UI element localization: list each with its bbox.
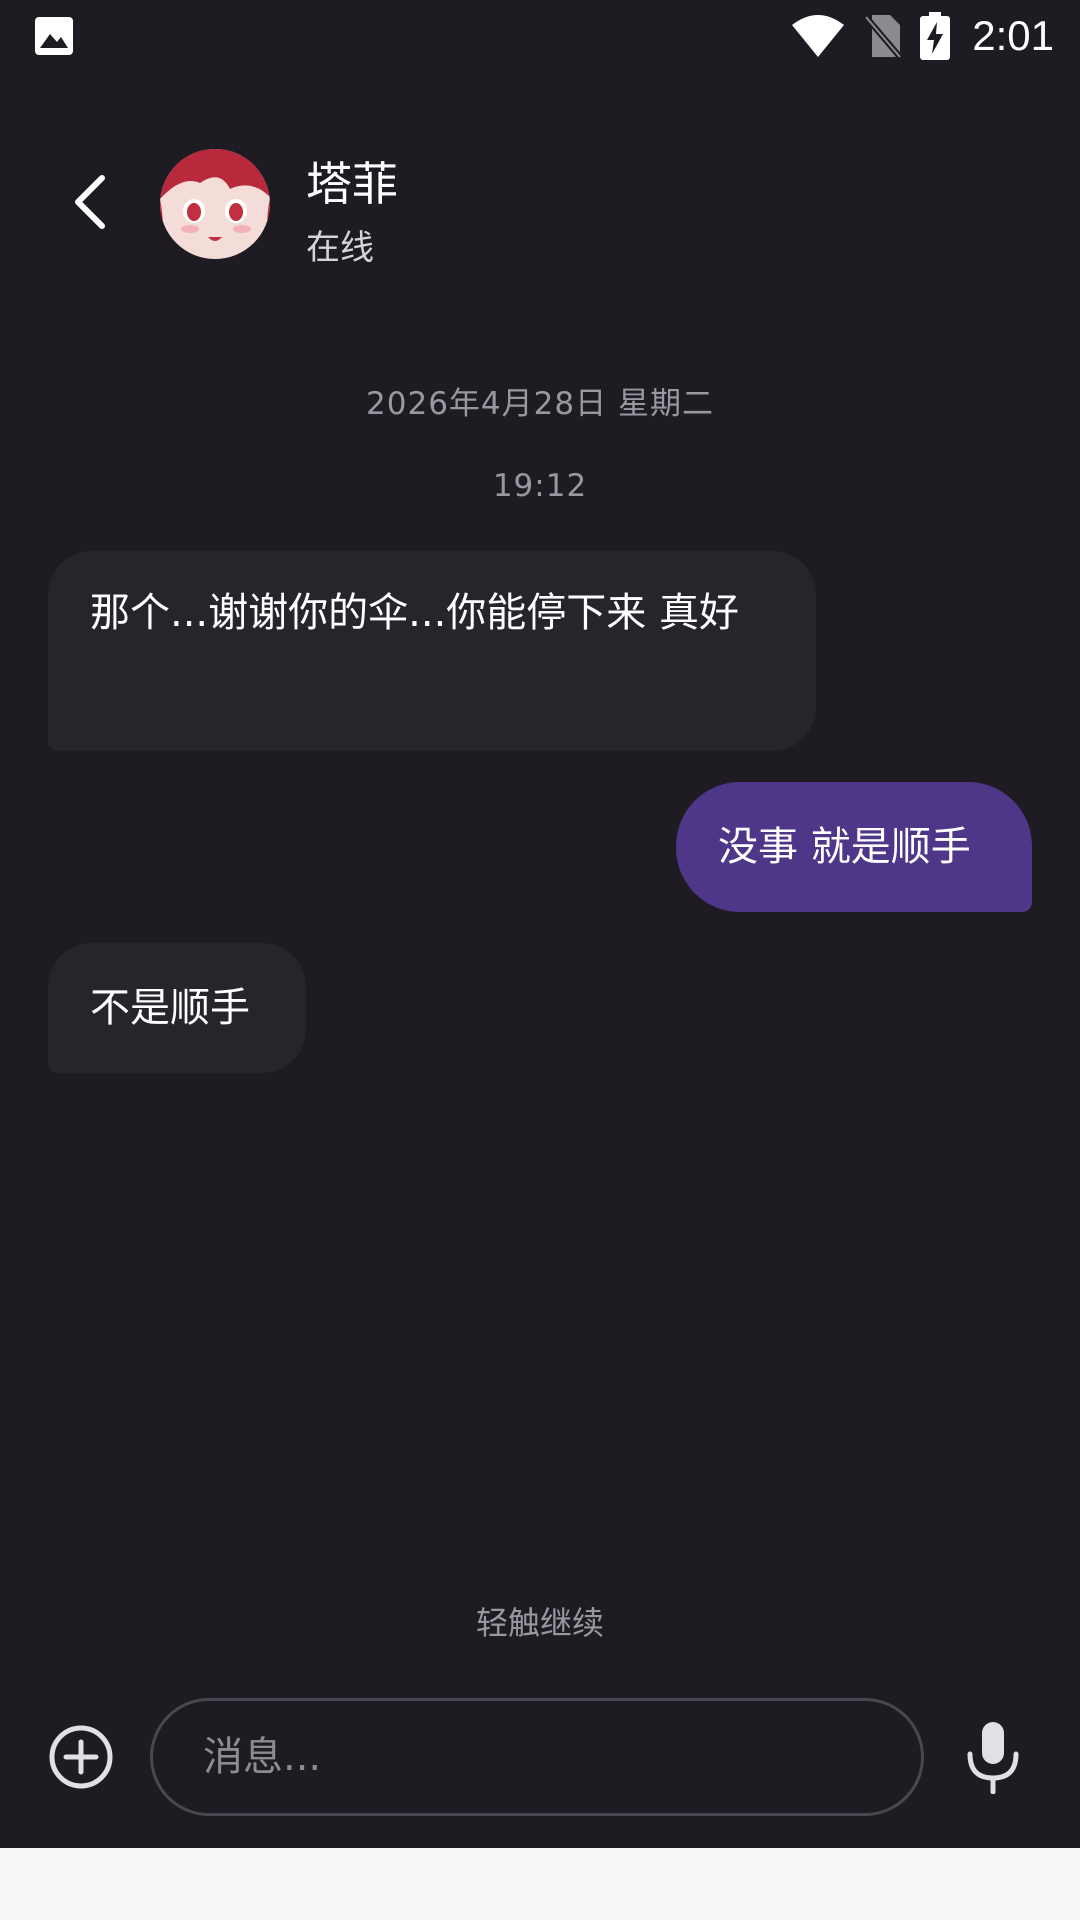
microphone-button[interactable] xyxy=(964,1720,1022,1795)
image-icon xyxy=(35,17,73,55)
no-sim-icon xyxy=(864,15,903,59)
date-label: 2026年4月28日 星期二 xyxy=(366,386,714,422)
contact-name: 塔菲 xyxy=(306,157,398,211)
message-bubble-incoming[interactable]: 不是顺手 xyxy=(48,943,306,1073)
tap-to-continue-hint[interactable]: 轻触继续 xyxy=(0,1598,1080,1644)
time-label: 19:12 xyxy=(492,468,588,504)
add-attachment-button[interactable] xyxy=(48,1724,114,1790)
battery-charging-icon xyxy=(920,12,951,60)
chevron-left-icon xyxy=(75,175,105,229)
wifi-icon xyxy=(792,15,845,57)
status-bar: 2:01 xyxy=(0,0,1080,72)
contact-status: 在线 xyxy=(306,228,374,268)
message-input[interactable] xyxy=(150,1698,924,1816)
avatar[interactable] xyxy=(160,149,270,259)
message-bubble-incoming[interactable]: 那个...谢谢你的伞...你能停下来 真好 xyxy=(48,551,816,751)
status-time: 2:01 xyxy=(972,12,1054,59)
chat-screen: 2:01 塔菲 在线 2026年4月28日 星期二 19:12 那个...谢谢你… xyxy=(0,0,1080,1920)
chat-header: 塔菲 在线 xyxy=(0,130,1080,280)
plus-circle-icon xyxy=(49,1725,113,1789)
status-icons: 2:01 xyxy=(790,10,1054,62)
back-button[interactable] xyxy=(58,170,122,234)
bottom-navigation-area xyxy=(0,1848,1080,1920)
microphone-icon xyxy=(967,1722,1019,1795)
avatar-image xyxy=(160,149,270,259)
message-bubble-outgoing[interactable]: 没事 就是顺手 xyxy=(676,782,1032,912)
